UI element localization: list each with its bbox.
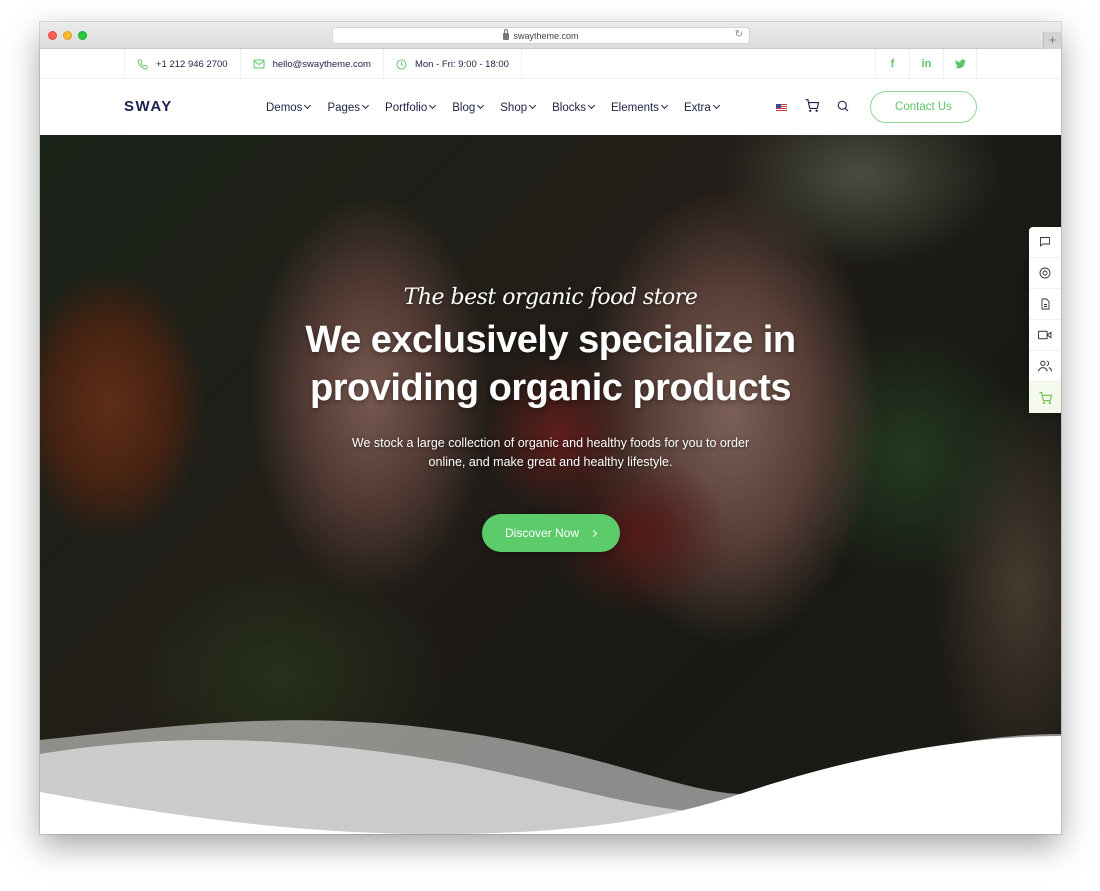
menu-label: Extra <box>683 101 711 114</box>
side-video-button[interactable] <box>1029 320 1061 351</box>
new-tab-button[interactable]: + <box>1043 32 1061 49</box>
main-navbar: SWAY Demos Pages Portfolio Blog Shop Blo… <box>40 80 1061 135</box>
video-icon <box>1038 330 1052 340</box>
hero-description-line-1: We stock a large collection of organic a… <box>351 436 750 450</box>
clock-icon <box>396 58 407 70</box>
support-icon <box>1039 267 1051 279</box>
menu-item-demos[interactable]: Demos <box>266 101 312 114</box>
chevron-down-icon <box>477 101 485 110</box>
menu-label: Shop <box>500 101 528 114</box>
opening-hours: Mon - Fri: 9:00 - 18:00 <box>382 49 522 79</box>
menu-label: Demos <box>266 101 303 114</box>
chevron-down-icon <box>660 101 668 110</box>
menu-label: Blog <box>452 101 476 114</box>
phone-icon <box>137 58 148 69</box>
twitter-icon <box>954 59 966 69</box>
discover-now-button[interactable]: Discover Now <box>481 514 620 552</box>
address-bar[interactable]: swaytheme.com ↻ <box>332 27 750 44</box>
minimize-window-button[interactable] <box>63 31 72 40</box>
mail-icon <box>253 59 265 69</box>
hero-description: We stock a large collection of organic a… <box>40 434 1061 472</box>
menu-item-extra[interactable]: Extra <box>683 101 720 114</box>
chevron-down-icon <box>429 101 437 110</box>
floating-side-toolbar <box>1029 227 1061 413</box>
menu-item-blog[interactable]: Blog <box>452 101 485 114</box>
phone-number: +1 212 946 2700 <box>156 58 228 70</box>
lock-icon <box>503 29 510 40</box>
reload-icon[interactable]: ↻ <box>735 29 743 40</box>
wave-divider <box>40 720 1061 834</box>
chevron-down-icon <box>712 101 720 110</box>
menu-label: Portfolio <box>385 101 428 114</box>
menu-item-shop[interactable]: Shop <box>500 101 537 114</box>
site-logo[interactable]: SWAY <box>124 98 173 115</box>
browser-window: swaytheme.com ↻ + +1 212 946 2700 hello@… <box>40 22 1061 834</box>
hero-script-subtitle: The best organic food store <box>403 285 698 310</box>
main-menu: Demos Pages Portfolio Blog Shop Blocks E… <box>266 80 736 135</box>
linkedin-link[interactable]: in <box>909 49 943 79</box>
menu-item-portfolio[interactable]: Portfolio <box>385 101 437 114</box>
hero-title: We exclusively specialize in providing o… <box>40 316 1061 412</box>
phone-contact[interactable]: +1 212 946 2700 <box>124 49 240 79</box>
chevron-right-icon <box>589 529 598 537</box>
us-flag-icon[interactable] <box>776 104 787 111</box>
cart-icon <box>1039 391 1052 404</box>
top-info-bar: +1 212 946 2700 hello@swaytheme.com Mon … <box>40 49 1061 79</box>
email-address: hello@swaytheme.com <box>272 58 371 70</box>
side-chat-button[interactable] <box>1029 227 1061 258</box>
hero-section: The best organic food store We exclusive… <box>40 135 1061 834</box>
chevron-down-icon <box>529 101 537 110</box>
search-icon[interactable] <box>837 100 849 112</box>
chat-icon <box>1040 237 1050 247</box>
hero-content: The best organic food store We exclusive… <box>40 285 1061 552</box>
hero-description-line-2: online, and make great and healthy lifes… <box>428 455 673 469</box>
facebook-link[interactable]: f <box>875 49 909 79</box>
hero-title-line-2: providing organic products <box>309 367 792 409</box>
chevron-down-icon <box>587 101 596 110</box>
menu-label: Elements <box>611 101 659 114</box>
side-users-button[interactable] <box>1029 351 1061 382</box>
email-contact[interactable]: hello@swaytheme.com <box>239 49 383 79</box>
document-icon <box>1041 298 1049 310</box>
discover-now-label: Discover Now <box>504 526 579 540</box>
side-cart-button[interactable] <box>1029 382 1061 413</box>
users-icon <box>1038 360 1052 372</box>
facebook-icon: f <box>890 58 895 70</box>
hours-text: Mon - Fri: 9:00 - 18:00 <box>414 58 509 70</box>
close-window-button[interactable] <box>48 31 57 40</box>
window-controls <box>48 31 87 40</box>
side-support-button[interactable] <box>1029 258 1061 289</box>
chevron-down-icon <box>304 101 312 110</box>
maximize-window-button[interactable] <box>78 31 87 40</box>
linkedin-icon: in <box>921 58 932 70</box>
twitter-link[interactable] <box>943 49 977 79</box>
side-document-button[interactable] <box>1029 289 1061 320</box>
hero-title-line-1: We exclusively specialize in <box>305 319 796 361</box>
menu-item-pages[interactable]: Pages <box>327 101 370 114</box>
menu-label: Blocks <box>552 101 586 114</box>
menu-item-elements[interactable]: Elements <box>611 101 668 114</box>
chevron-down-icon <box>362 101 370 110</box>
url-text: swaytheme.com <box>513 30 579 41</box>
browser-chrome: swaytheme.com ↻ + <box>40 22 1061 49</box>
menu-item-blocks[interactable]: Blocks <box>552 101 596 114</box>
contact-us-button[interactable]: Contact Us <box>870 91 977 123</box>
cart-icon[interactable] <box>805 99 819 112</box>
menu-label: Pages <box>327 101 361 114</box>
